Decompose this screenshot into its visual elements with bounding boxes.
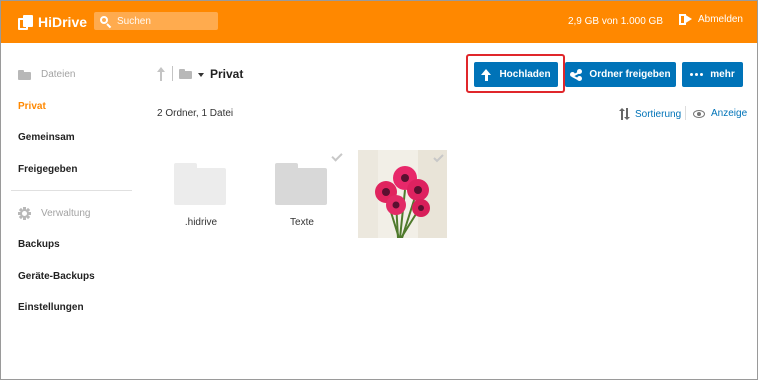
sidebar-item-freigegeben[interactable]: Freigegeben: [18, 164, 77, 175]
flower-photo-thumbnail: [358, 150, 447, 238]
section-label: Verwaltung: [41, 208, 91, 219]
folder-icon: [18, 69, 31, 80]
top-bar: HiDrive 2,9 GB von 1.000 GB Abmelden: [1, 1, 757, 43]
page-title: Privat: [210, 67, 244, 81]
file-tile-flower-photo[interactable]: [358, 150, 447, 238]
sort-icon: [618, 108, 630, 120]
folder-icon: [174, 163, 226, 205]
section-label: Dateien: [41, 69, 76, 80]
more-label: mehr: [710, 69, 735, 80]
logout-button[interactable]: Abmelden: [678, 14, 743, 25]
share-folder-button[interactable]: Ordner freigeben: [565, 62, 676, 87]
logo-text: HiDrive: [38, 14, 88, 30]
more-button[interactable]: mehr: [682, 62, 743, 87]
sort-button[interactable]: Sortierung: [618, 108, 682, 120]
sidebar-section-files: Dateien: [18, 69, 75, 80]
view-button[interactable]: Anzeige: [693, 108, 747, 119]
sidebar-item-gemeinsam[interactable]: Gemeinsam: [18, 132, 75, 143]
breadcrumb-folder-icon: [179, 69, 192, 79]
file-tile-texte[interactable]: Texte: [257, 150, 347, 241]
more-dots-icon: [690, 73, 704, 76]
search-icon: [100, 15, 112, 28]
file-name: .hidrive: [184, 217, 218, 228]
sidebar-divider: [11, 190, 132, 191]
select-check-icon[interactable]: [331, 150, 343, 162]
logout-label: Abmelden: [697, 14, 743, 25]
sidebar: Dateien Privat Gemeinsam Freigegeben Ver…: [1, 43, 141, 379]
eye-icon: [693, 109, 705, 118]
share-folder-label: Ordner freigeben: [589, 69, 671, 80]
hidrive-logo-icon: [18, 14, 33, 30]
navigate-up-icon[interactable]: [156, 67, 166, 81]
file-tile-hidrive[interactable]: .hidrive: [156, 151, 246, 241]
sidebar-item-privat[interactable]: Privat: [18, 101, 46, 112]
logo[interactable]: HiDrive: [18, 12, 87, 32]
sidebar-item-geraete-backups[interactable]: Geräte-Backups: [18, 271, 95, 282]
storage-usage: 2,9 GB von 1.000 GB: [567, 16, 663, 27]
gear-icon: [18, 207, 31, 220]
breadcrumb-separator: [172, 66, 173, 81]
sidebar-item-backups[interactable]: Backups: [18, 239, 60, 250]
search-box[interactable]: [94, 12, 218, 30]
search-input[interactable]: [117, 15, 213, 27]
highlight-frame: [466, 54, 565, 93]
folder-icon: [275, 163, 327, 205]
toolbar-divider: [685, 106, 686, 120]
item-count: 2 Ordner, 1 Datei: [157, 108, 234, 119]
app-window: HiDrive 2,9 GB von 1.000 GB Abmelden Dat…: [0, 0, 758, 380]
sort-label: Sortierung: [635, 108, 682, 120]
view-label: Anzeige: [711, 108, 748, 119]
sidebar-item-einstellungen[interactable]: Einstellungen: [18, 302, 84, 313]
file-name: Texte: [290, 217, 314, 228]
sidebar-section-admin: Verwaltung: [18, 207, 90, 220]
share-icon: [570, 68, 583, 81]
logout-icon: [678, 14, 692, 25]
chevron-down-icon[interactable]: [198, 73, 204, 77]
